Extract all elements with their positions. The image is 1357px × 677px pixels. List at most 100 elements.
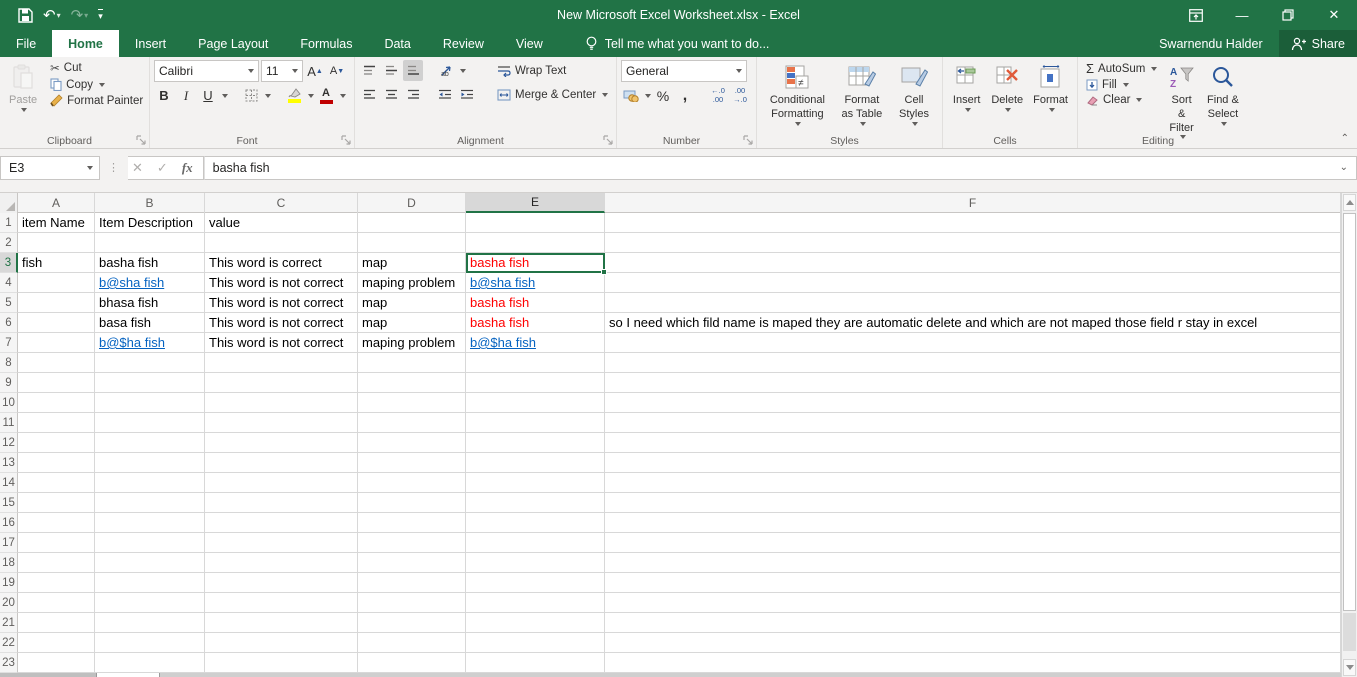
format-dropdown-icon[interactable]: [1049, 108, 1055, 112]
cell-F16[interactable]: [605, 513, 1341, 533]
cell-F6[interactable]: so I need which fild name is maped they …: [605, 313, 1341, 333]
shrink-font-button[interactable]: A▼: [327, 61, 347, 82]
share-button[interactable]: Share: [1279, 30, 1357, 57]
undo-dropdown-icon[interactable]: ▾: [57, 11, 61, 20]
comma-style-button[interactable]: ,: [675, 85, 695, 106]
cell-B22[interactable]: [95, 633, 205, 653]
cell-A9[interactable]: [18, 373, 95, 393]
cell-C11[interactable]: [205, 413, 358, 433]
cell-C18[interactable]: [205, 553, 358, 573]
cell-E1[interactable]: [466, 213, 605, 233]
tab-file[interactable]: File: [0, 30, 52, 57]
clear-dropdown-icon[interactable]: [1136, 98, 1142, 102]
row-header-12[interactable]: 12: [0, 433, 18, 453]
formula-bar-expand-icon[interactable]: ⌄: [1340, 162, 1348, 173]
underline-button[interactable]: U: [198, 85, 218, 106]
format-as-table-button[interactable]: Format as Table: [834, 60, 890, 133]
borders-dropdown-icon[interactable]: [265, 94, 271, 98]
cell-D11[interactable]: [358, 413, 466, 433]
cell-F14[interactable]: [605, 473, 1341, 493]
cell-A14[interactable]: [18, 473, 95, 493]
cell-D3[interactable]: map: [358, 253, 466, 273]
font-name-combo[interactable]: Calibri: [154, 60, 259, 82]
cell-C9[interactable]: [205, 373, 358, 393]
cell-F12[interactable]: [605, 433, 1341, 453]
row-header-1[interactable]: 1: [0, 213, 18, 233]
collapse-ribbon-icon[interactable]: ⌃: [1341, 133, 1349, 144]
cell-C6[interactable]: This word is not correct: [205, 313, 358, 333]
cell-E5[interactable]: basha fish: [466, 293, 605, 313]
middle-align-button[interactable]: [381, 60, 401, 81]
cell-C16[interactable]: [205, 513, 358, 533]
fill-dropdown-icon[interactable]: [1123, 83, 1129, 87]
restore-button[interactable]: [1265, 0, 1311, 30]
find-select-dropdown-icon[interactable]: [1221, 122, 1227, 126]
cell-D20[interactable]: [358, 593, 466, 613]
cell-F2[interactable]: [605, 233, 1341, 253]
cell-C21[interactable]: [205, 613, 358, 633]
cell-F20[interactable]: [605, 593, 1341, 613]
cell-styles-dropdown-icon[interactable]: [912, 122, 918, 126]
cell-E21[interactable]: [466, 613, 605, 633]
row-header-21[interactable]: 21: [0, 613, 18, 633]
cell-F10[interactable]: [605, 393, 1341, 413]
number-format-combo[interactable]: General: [621, 60, 747, 82]
font-size-combo[interactable]: 11: [261, 60, 303, 82]
cell-E6[interactable]: basha fish: [466, 313, 605, 333]
close-button[interactable]: ✕: [1311, 0, 1357, 30]
cell-F21[interactable]: [605, 613, 1341, 633]
fill-handle[interactable]: [601, 269, 607, 275]
cell-A11[interactable]: [18, 413, 95, 433]
tell-me-box[interactable]: Tell me what you want to do...: [571, 30, 784, 57]
tab-home[interactable]: Home: [52, 30, 119, 57]
redo-dropdown-icon[interactable]: ▾: [84, 11, 88, 20]
font-color-dropdown-icon[interactable]: [340, 94, 346, 98]
tab-data[interactable]: Data: [368, 30, 426, 57]
fill-button[interactable]: Fill: [1082, 78, 1161, 92]
cell-D15[interactable]: [358, 493, 466, 513]
customize-qat-icon[interactable]: ▾: [98, 9, 103, 22]
minimize-button[interactable]: —: [1219, 0, 1265, 30]
cell-E18[interactable]: [466, 553, 605, 573]
cell-D6[interactable]: map: [358, 313, 466, 333]
cell-A10[interactable]: [18, 393, 95, 413]
row-header-19[interactable]: 19: [0, 573, 18, 593]
cell-E22[interactable]: [466, 633, 605, 653]
row-header-4[interactable]: 4: [0, 273, 18, 293]
confirm-entry-icon[interactable]: ✓: [157, 160, 168, 176]
cell-F1[interactable]: [605, 213, 1341, 233]
cell-C12[interactable]: [205, 433, 358, 453]
wrap-text-button[interactable]: Wrap Text: [493, 64, 570, 78]
grow-font-button[interactable]: A▲: [305, 61, 325, 82]
cell-D9[interactable]: [358, 373, 466, 393]
fill-color-dropdown-icon[interactable]: [308, 94, 314, 98]
cell-C13[interactable]: [205, 453, 358, 473]
cell-D22[interactable]: [358, 633, 466, 653]
cell-E19[interactable]: [466, 573, 605, 593]
insert-cells-button[interactable]: Insert: [947, 60, 986, 133]
row-header-11[interactable]: 11: [0, 413, 18, 433]
col-header-C[interactable]: C: [205, 193, 358, 213]
cell-F17[interactable]: [605, 533, 1341, 553]
tab-view[interactable]: View: [500, 30, 559, 57]
font-dialog-launcher-icon[interactable]: [341, 135, 352, 146]
cell-A6[interactable]: [18, 313, 95, 333]
row-header-16[interactable]: 16: [0, 513, 18, 533]
conditional-formatting-dropdown-icon[interactable]: [795, 122, 801, 126]
cell-D17[interactable]: [358, 533, 466, 553]
cell-B3[interactable]: basha fish: [95, 253, 205, 273]
cell-B2[interactable]: [95, 233, 205, 253]
cell-E11[interactable]: [466, 413, 605, 433]
insert-dropdown-icon[interactable]: [965, 108, 971, 112]
cell-F3[interactable]: [605, 253, 1341, 273]
accounting-format-button[interactable]: [621, 85, 641, 106]
cell-B23[interactable]: [95, 653, 205, 673]
name-box-dropdown-icon[interactable]: [87, 166, 93, 170]
row-header-9[interactable]: 9: [0, 373, 18, 393]
bold-button[interactable]: B: [154, 85, 174, 106]
cell-F9[interactable]: [605, 373, 1341, 393]
cell-A2[interactable]: [18, 233, 95, 253]
row-header-7[interactable]: 7: [0, 333, 18, 353]
cell-E23[interactable]: [466, 653, 605, 673]
cell-B20[interactable]: [95, 593, 205, 613]
